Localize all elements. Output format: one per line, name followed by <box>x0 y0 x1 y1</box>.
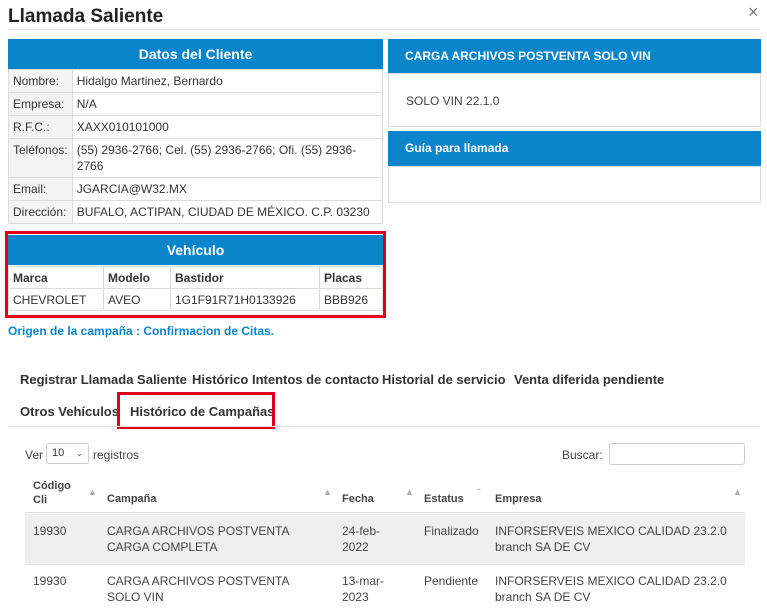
sort-icon[interactable]: ▲ <box>323 487 332 497</box>
cell-empresa: INFORSERVEIS MEXICO CALIDAD 23.2.0 branc… <box>495 524 727 554</box>
value-empresa: N/A <box>71 92 384 116</box>
chevron-down-icon: ⌄ <box>75 448 83 458</box>
value-direccion: BUFALO, ACTIPAN, CIUDAD DE MÉXICO. C.P. … <box>71 200 384 224</box>
cell-codigo: 19930 <box>33 524 67 538</box>
guia-panel <box>388 166 761 203</box>
registros-label: registros <box>93 448 140 462</box>
buscar-label: Buscar: <box>562 448 603 462</box>
label-email: Email: <box>8 177 73 201</box>
col-fecha[interactable]: Fecha <box>342 493 374 505</box>
cell-campana: CARGA ARCHIVOS POSTVENTA CARGA COMPLETA <box>107 524 289 554</box>
cell-empresa: INFORSERVEIS MEXICO CALIDAD 23.2.0 branc… <box>495 574 727 604</box>
cell-fecha: 24-feb-2022 <box>342 524 381 554</box>
page-length-value: 10 <box>52 447 65 459</box>
tab-historial-servicio[interactable]: Historial de servicio <box>382 372 506 387</box>
label-telefonos: Teléfonos: <box>8 138 73 178</box>
col-campana[interactable]: Campaña <box>107 493 157 505</box>
tab-venta-diferida[interactable]: Venta diferida pendiente <box>514 372 664 387</box>
table-row[interactable]: 19930 CARGA ARCHIVOS POSTVENTA SOLO VIN … <box>25 564 745 609</box>
tab-highlight <box>117 392 275 429</box>
header-divider <box>25 512 745 513</box>
tab-divider <box>8 426 760 427</box>
search-input[interactable] <box>609 443 745 465</box>
value-rfc: XAXX010101000 <box>71 115 384 139</box>
divider <box>8 29 760 30</box>
vehiculo-highlight <box>5 231 386 318</box>
tab-otros-vehiculos[interactable]: Otros Vehículos <box>20 404 119 419</box>
col-estatus[interactable]: Estatus <box>424 493 464 505</box>
cell-fecha: 13-mar-2023 <box>342 574 385 604</box>
value-telefonos: (55) 2936-2766; Cel. (55) 2936-2766; Ofi… <box>71 138 384 178</box>
ver-label: Ver <box>25 448 44 462</box>
label-rfc: R.F.C.: <box>8 115 73 139</box>
cliente-header: Datos del Cliente <box>8 39 383 69</box>
cell-campana: CARGA ARCHIVOS POSTVENTA SOLO VIN <box>107 574 289 604</box>
col-codigo-cli[interactable]: Código Cli <box>33 479 73 507</box>
cell-codigo: 19930 <box>33 574 67 588</box>
label-direccion: Dirección: <box>8 200 73 224</box>
origen-campana: Origen de la campaña : Confirmacion de C… <box>8 324 275 338</box>
dialog-title: Llamada Saliente <box>8 6 164 27</box>
sort-icon[interactable]: ▲ <box>88 487 97 497</box>
col-empresa[interactable]: Empresa <box>495 493 541 505</box>
sort-asc-icon[interactable]: ⌃ <box>475 487 483 498</box>
cliente-table: Nombre: Hidalgo Martinez, Bernardo Empres… <box>8 69 384 224</box>
tab-registrar-llamada[interactable]: Registrar Llamada Saliente <box>20 372 187 387</box>
carga-body: SOLO VIN 22.1.0 <box>406 94 500 108</box>
page-length-select[interactable]: 10 ⌄ <box>46 443 89 464</box>
tab-historico-intentos[interactable]: Histórico Intentos de contacto <box>192 372 379 387</box>
table-row[interactable]: 19930 CARGA ARCHIVOS POSTVENTA CARGA COM… <box>25 514 745 564</box>
carga-header: CARGA ARCHIVOS POSTVENTA SOLO VIN <box>388 39 761 73</box>
sort-icon[interactable]: ▲ <box>405 487 414 497</box>
label-nombre: Nombre: <box>8 69 73 93</box>
value-email: JGARCIA@W32.MX <box>71 177 384 201</box>
close-icon[interactable]: × <box>748 2 759 23</box>
label-empresa: Empresa: <box>8 92 73 116</box>
value-nombre: Hidalgo Martinez, Bernardo <box>71 69 384 93</box>
cell-estatus: Pendiente <box>424 574 479 588</box>
carga-panel: SOLO VIN 22.1.0 <box>388 73 761 127</box>
cell-estatus: Finalizado <box>424 524 479 538</box>
guia-header: Guía para llamada <box>388 131 761 166</box>
sort-icon[interactable]: ▲ <box>733 487 742 497</box>
